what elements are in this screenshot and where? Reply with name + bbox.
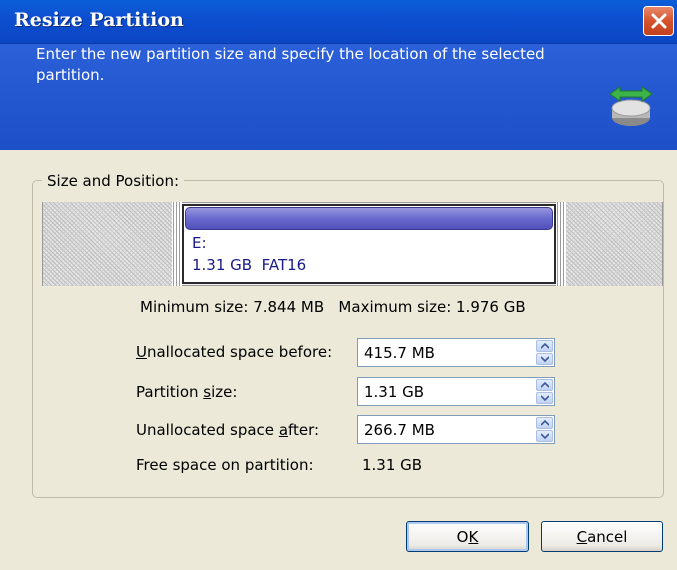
unallocated-before-label: Unallocated space before: [136,343,333,361]
unallocated-before-spinner[interactable] [536,340,553,365]
partition-block[interactable]: E: 1.31 GB FAT16 [182,204,556,284]
cancel-button[interactable]: Cancel [541,521,663,552]
header-description: Enter the new partition size and specify… [36,45,545,84]
spin-up-button[interactable] [536,417,553,429]
spin-down-button[interactable] [536,430,553,442]
right-resize-handle[interactable] [556,202,566,286]
arrow-down-icon [540,433,549,439]
unallocated-after-area[interactable] [566,202,662,286]
free-space-value: 1.31 GB [362,456,423,474]
ok-button[interactable]: OK [406,521,529,552]
drive-resize-icon [609,86,653,126]
group-label: Size and Position: [42,172,185,190]
close-button[interactable] [643,6,674,36]
partition-letter: E: [192,234,207,252]
window-title: Resize Partition [14,9,184,31]
close-icon [651,13,666,29]
size-limits: Minimum size: 7.844 MB Maximum size: 1.9… [140,298,526,316]
partition-size-value[interactable]: 1.31 GB [364,383,424,401]
unallocated-before-field[interactable]: 415.7 MB [357,338,555,367]
partition-info: 1.31 GB FAT16 [192,256,307,274]
unallocated-before-area[interactable] [43,202,173,286]
unallocated-after-field[interactable]: 266.7 MB [357,415,555,444]
arrow-up-icon [540,382,549,388]
unallocated-before-value[interactable]: 415.7 MB [364,344,435,362]
arrow-up-icon [540,343,549,349]
spin-up-button[interactable] [536,340,553,352]
unallocated-after-label: Unallocated space after: [136,421,320,439]
title-bar: Resize Partition [0,0,677,44]
arrow-down-icon [540,356,549,362]
partition-drag-handle[interactable] [185,207,553,230]
unallocated-after-value[interactable]: 266.7 MB [364,421,435,439]
spin-down-button[interactable] [536,392,553,404]
left-resize-handle[interactable] [172,202,182,286]
partition-size-label: Partition size: [136,383,238,401]
unallocated-after-spinner[interactable] [536,417,553,442]
free-space-label: Free space on partition: [136,456,314,474]
arrow-up-icon [540,420,549,426]
partition-size-field[interactable]: 1.31 GB [357,377,555,406]
arrow-down-icon [540,395,549,401]
spin-down-button[interactable] [536,353,553,365]
partition-size-spinner[interactable] [536,379,553,404]
spin-up-button[interactable] [536,379,553,391]
